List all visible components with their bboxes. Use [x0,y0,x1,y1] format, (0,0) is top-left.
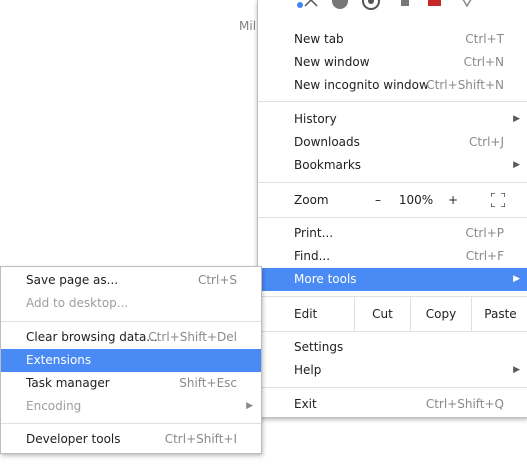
paste-button[interactable]: Paste [471,297,527,331]
menu-item-shortcut: Ctrl+F [465,249,504,263]
menu-item-label: New tab [294,32,344,46]
menu-item-print[interactable]: Print... Ctrl+P [258,222,527,245]
menu-item-bookmarks[interactable]: Bookmarks ▶ [258,154,527,177]
submenu-arrow-icon: ▶ [513,365,520,375]
menu-item-label: Extensions [26,353,92,367]
file-icon[interactable] [395,0,413,10]
menu-item-label: More tools [294,272,357,286]
submenu-item-save-page[interactable]: Save page as... Ctrl+S [1,269,261,292]
more-tools-submenu: Save page as... Ctrl+S Add to desktop...… [0,266,262,454]
globe-icon[interactable] [362,0,380,10]
menu-item-label: Downloads [294,135,360,149]
menu-item-downloads[interactable]: Downloads Ctrl+J [258,131,527,154]
cut-button[interactable]: Cut [354,297,410,331]
menu-item-label: Add to desktop... [26,296,129,310]
shield-icon[interactable] [458,0,476,10]
menu-item-label: Clear browsing data... [26,330,158,344]
menu-item-shortcut: Ctrl+Shift+Del [148,330,237,344]
menu-item-new-tab[interactable]: New tab Ctrl+T [258,28,527,51]
submenu-arrow-icon: ▶ [246,401,253,411]
menu-separator [1,321,261,322]
chrome-main-menu: New tab Ctrl+T New window Ctrl+N New inc… [257,0,527,418]
menu-item-shortcut: Ctrl+J [469,135,504,149]
menu-item-label: Find... [294,249,331,263]
menu-item-help[interactable]: Help ▶ [258,359,527,382]
zoom-level: 100% [398,193,434,207]
menu-item-label: Task manager [26,376,110,390]
menu-item-shortcut: Ctrl+Shift+I [164,432,237,446]
submenu-item-task-manager[interactable]: Task manager Shift+Esc [1,372,261,395]
menu-separator [258,217,527,218]
submenu-item-encoding: Encoding ▶ [1,395,261,418]
menu-item-shortcut: Ctrl+Shift+N [426,78,504,92]
menu-separator [258,387,527,388]
edit-label: Edit [294,307,318,321]
menu-item-label: Encoding [26,399,82,413]
info-icon[interactable] [331,0,349,10]
menu-item-new-window[interactable]: New window Ctrl+N [258,51,527,74]
menu-item-label: Bookmarks [294,158,362,172]
zoom-in-button[interactable]: + [448,193,458,207]
book-icon[interactable] [426,0,444,10]
menu-item-shortcut: Ctrl+T [465,32,504,46]
menu-item-label: Settings [294,340,344,354]
copy-button[interactable]: Copy [410,297,471,331]
menu-separator [258,101,527,102]
zoom-label: Zoom [294,193,329,207]
menu-item-label: Help [294,363,322,377]
menu-item-shortcut: Ctrl+N [463,55,504,69]
menu-item-shortcut: Ctrl+S [197,273,237,287]
submenu-arrow-icon: ▶ [513,114,520,124]
submenu-item-add-to-desktop: Add to desktop... [1,292,261,315]
submenu-arrow-icon: ▶ [513,274,520,284]
menu-separator [258,182,527,183]
menu-separator [258,331,527,332]
pin-icon[interactable] [302,0,320,10]
zoom-out-button[interactable]: – [375,193,381,207]
menu-item-more-tools[interactable]: More tools ▶ [258,268,527,291]
page-partial-text: Mil [239,19,257,33]
submenu-item-clear-browsing-data[interactable]: Clear browsing data... Ctrl+Shift+Del [1,326,261,349]
menu-item-shortcut: Shift+Esc [179,376,237,390]
menu-item-label: New window [294,55,370,69]
menu-item-label: Developer tools [26,432,121,446]
menu-item-label: New incognito window [294,78,429,92]
menu-item-settings[interactable]: Settings [258,336,527,359]
zoom-row: Zoom – 100% + [258,186,527,215]
menu-item-label: History [294,112,337,126]
fullscreen-icon[interactable] [491,193,505,207]
submenu-item-extensions[interactable]: Extensions [1,349,261,372]
menu-item-label: Print... [294,226,334,240]
menu-item-history[interactable]: History ▶ [258,108,527,131]
menu-item-new-incognito-window[interactable]: New incognito window Ctrl+Shift+N [258,74,527,97]
extension-icons-strip [258,0,527,12]
menu-item-label: Save page as... [26,273,119,287]
submenu-arrow-icon: ▶ [513,160,520,170]
submenu-item-developer-tools[interactable]: Developer tools Ctrl+Shift+I [1,428,261,451]
menu-separator [1,423,261,424]
edit-row: Edit Cut Copy Paste [258,297,527,331]
menu-item-find[interactable]: Find... Ctrl+F [258,245,527,268]
menu-item-shortcut: Ctrl+Shift+Q [425,397,504,411]
menu-item-label: Exit [294,397,317,411]
menu-item-shortcut: Ctrl+P [465,226,504,240]
menu-item-exit[interactable]: Exit Ctrl+Shift+Q [258,393,527,416]
